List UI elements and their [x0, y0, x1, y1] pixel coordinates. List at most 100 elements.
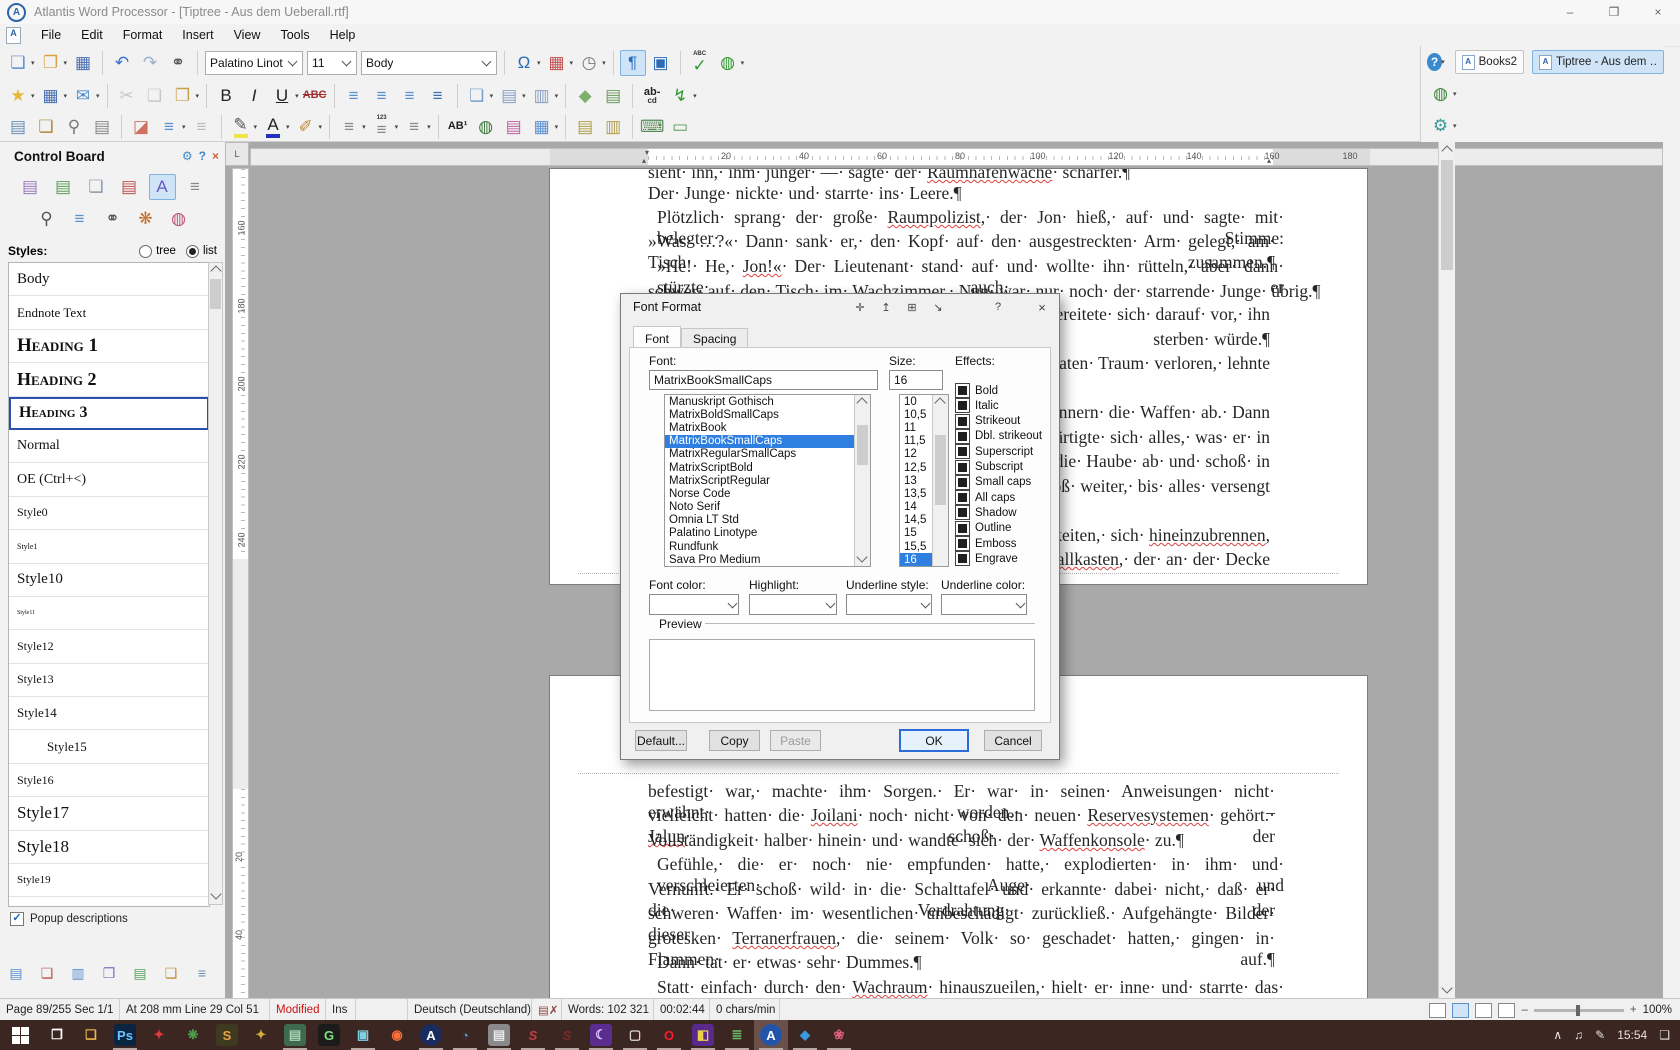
help-button[interactable]: ?	[1427, 53, 1442, 71]
web-favorites-arrow[interactable]: ▾	[1453, 90, 1457, 98]
lists-panel-button[interactable]: ≡	[182, 174, 209, 200]
underline-style-dropdown[interactable]	[846, 594, 932, 615]
font-color-button[interactable]: A	[260, 114, 286, 140]
dialog-close-icon[interactable]: ×	[1029, 300, 1055, 315]
script-s2-app-icon[interactable]: S	[550, 1020, 584, 1050]
paste-button[interactable]: ❐	[170, 83, 196, 109]
g-app-icon[interactable]: G	[312, 1020, 346, 1050]
favorites-button-arrow[interactable]: ▾	[31, 92, 35, 100]
navigation-compass-button[interactable]: ◆	[572, 83, 598, 109]
onscreen-keyboard-button[interactable]: ⌨	[639, 114, 665, 140]
font-list-item[interactable]: Rundfunk	[665, 540, 870, 553]
copy-formatting-button-arrow[interactable]: ▾	[490, 92, 494, 100]
bookmark-button[interactable]: ▤	[501, 114, 527, 140]
notifications-icon[interactable]: ❑	[1659, 1028, 1670, 1042]
edge-icon[interactable]: ◔	[448, 1020, 482, 1050]
style-item-style18[interactable]: Style18	[9, 831, 209, 864]
find-button[interactable]: ⚭	[165, 50, 191, 76]
document-overview-button[interactable]: ▤	[600, 83, 626, 109]
font-list-item[interactable]: Noto Serif	[665, 501, 870, 514]
email-button-arrow[interactable]: ▾	[96, 92, 100, 100]
multilevel-list-button[interactable]: ≡	[401, 114, 427, 140]
style-item-heading-2[interactable]: Heading 2	[9, 363, 209, 396]
styles-panel-button[interactable]: ▤	[50, 174, 77, 200]
clear-formatting-button[interactable]: ≡	[189, 114, 215, 140]
highlight-dropdown[interactable]	[749, 594, 837, 615]
file-explorer-icon[interactable]: ❏	[74, 1020, 108, 1050]
footnote-button[interactable]: AB¹	[445, 114, 471, 140]
menu-format[interactable]: Format	[113, 25, 173, 45]
tray-chevron-icon[interactable]: ∧	[1553, 1028, 1562, 1042]
cut-button[interactable]: ✂	[114, 83, 140, 109]
menu-help[interactable]: Help	[320, 25, 366, 45]
panel-help-icon[interactable]: ?	[199, 149, 206, 163]
hyperlink-button[interactable]: ◍	[473, 114, 499, 140]
firefox-icon[interactable]: ◉	[380, 1020, 414, 1050]
left-indent-marker[interactable]: ▴	[642, 157, 646, 165]
columns-button[interactable]: ▥	[529, 83, 555, 109]
font-list-scrollbar[interactable]	[854, 395, 870, 566]
word-count-button[interactable]: ▭	[667, 114, 693, 140]
view-layout-button[interactable]	[1452, 1003, 1469, 1018]
autocorrect-button[interactable]: ab-cd	[639, 83, 665, 109]
effect-checkbox-emboss[interactable]: Emboss	[955, 536, 1017, 551]
header-footer-button[interactable]: ▤	[572, 114, 598, 140]
style-item-style11[interactable]: Style11	[9, 597, 209, 630]
formatting-marks-button[interactable]: ¶	[620, 50, 646, 76]
view-draft-button[interactable]	[1429, 1003, 1446, 1018]
blue-window-app-icon[interactable]: ▣	[346, 1020, 380, 1050]
paragraph-panel-button[interactable]: ≡	[66, 206, 93, 232]
email-button[interactable]: ✉	[70, 83, 96, 109]
page-setup-button[interactable]: ▥	[600, 114, 626, 140]
view-fullscreen-button[interactable]	[1475, 1003, 1492, 1018]
paste-button-dialog[interactable]: Paste	[770, 730, 821, 751]
menu-view[interactable]: View	[224, 25, 271, 45]
vertical-ruler[interactable]: 1601802002202402040	[232, 168, 249, 998]
menu-file[interactable]: File	[31, 25, 71, 45]
dialog-title-bar[interactable]: Font Format ✛ ↥ ⊞ ↘ ? ×	[621, 294, 1059, 320]
numbered-list-button-arrow[interactable]: ▾	[395, 123, 399, 131]
cb-tool-2[interactable]: ❏	[35, 962, 59, 984]
pen-icon[interactable]: ✎	[1595, 1028, 1605, 1042]
multilevel-list-button-arrow[interactable]: ▾	[427, 123, 431, 131]
align-left-button[interactable]: ≡	[341, 83, 367, 109]
open-document-button-arrow[interactable]: ▾	[64, 59, 68, 67]
style-item-style16[interactable]: Style16	[9, 764, 209, 797]
fonts-panel-button[interactable]: A	[149, 174, 176, 200]
effect-checkbox-shadow[interactable]: Shadow	[955, 505, 1017, 520]
format-painter-button-arrow[interactable]: ▾	[319, 123, 323, 131]
tab-stop-selector[interactable]: L	[225, 142, 249, 166]
line-spacing-button[interactable]: ≡	[156, 114, 182, 140]
copy-formatting-button[interactable]: ❏	[464, 83, 490, 109]
purple-moon-app-icon[interactable]: ☾	[584, 1020, 618, 1050]
default-button[interactable]: Default...	[635, 730, 687, 751]
style-item-style19[interactable]: Style19	[9, 864, 209, 897]
sublime-app-icon[interactable]: S	[210, 1020, 244, 1050]
font-list-item[interactable]: MatrixRegularSmallCaps	[665, 448, 870, 461]
start-button[interactable]	[0, 1020, 40, 1050]
italic-button[interactable]: I	[241, 83, 267, 109]
favorites-button[interactable]: ★	[5, 83, 31, 109]
style-item-style0[interactable]: Style0	[9, 497, 209, 530]
save-as-button[interactable]: ▦	[38, 83, 64, 109]
insert-symbol-button-arrow[interactable]: ▾	[537, 59, 541, 67]
list-radio[interactable]	[186, 245, 199, 258]
purple-yellow-app-icon[interactable]: ◧	[686, 1020, 720, 1050]
navy-a-app-icon[interactable]: A	[414, 1020, 448, 1050]
style-item-style12[interactable]: Style12	[9, 630, 209, 663]
volume-icon[interactable]: ♫	[1574, 1028, 1583, 1042]
strikethrough-button[interactable]: ABC	[302, 83, 328, 109]
bold-button[interactable]: B	[213, 83, 239, 109]
font-combo[interactable]: Palatino Linoty	[205, 51, 303, 75]
snipping-app-icon[interactable]: ▤	[482, 1020, 516, 1050]
font-color-dropdown[interactable]	[649, 594, 739, 615]
cube-app-icon[interactable]: ▢	[618, 1020, 652, 1050]
cb-tool-5[interactable]: ▤	[128, 962, 152, 984]
highlight-button-arrow[interactable]: ▾	[254, 123, 258, 131]
style-item-style10[interactable]: Style10	[9, 564, 209, 597]
popup-descriptions-checkbox[interactable]: ✓	[10, 912, 24, 926]
add-preset-icon[interactable]: ⊞	[899, 301, 925, 314]
insert-time-button-arrow[interactable]: ▾	[602, 59, 606, 67]
copy-button[interactable]: ❏	[142, 83, 168, 109]
atlantis-taskbar-icon[interactable]: A	[754, 1020, 788, 1050]
